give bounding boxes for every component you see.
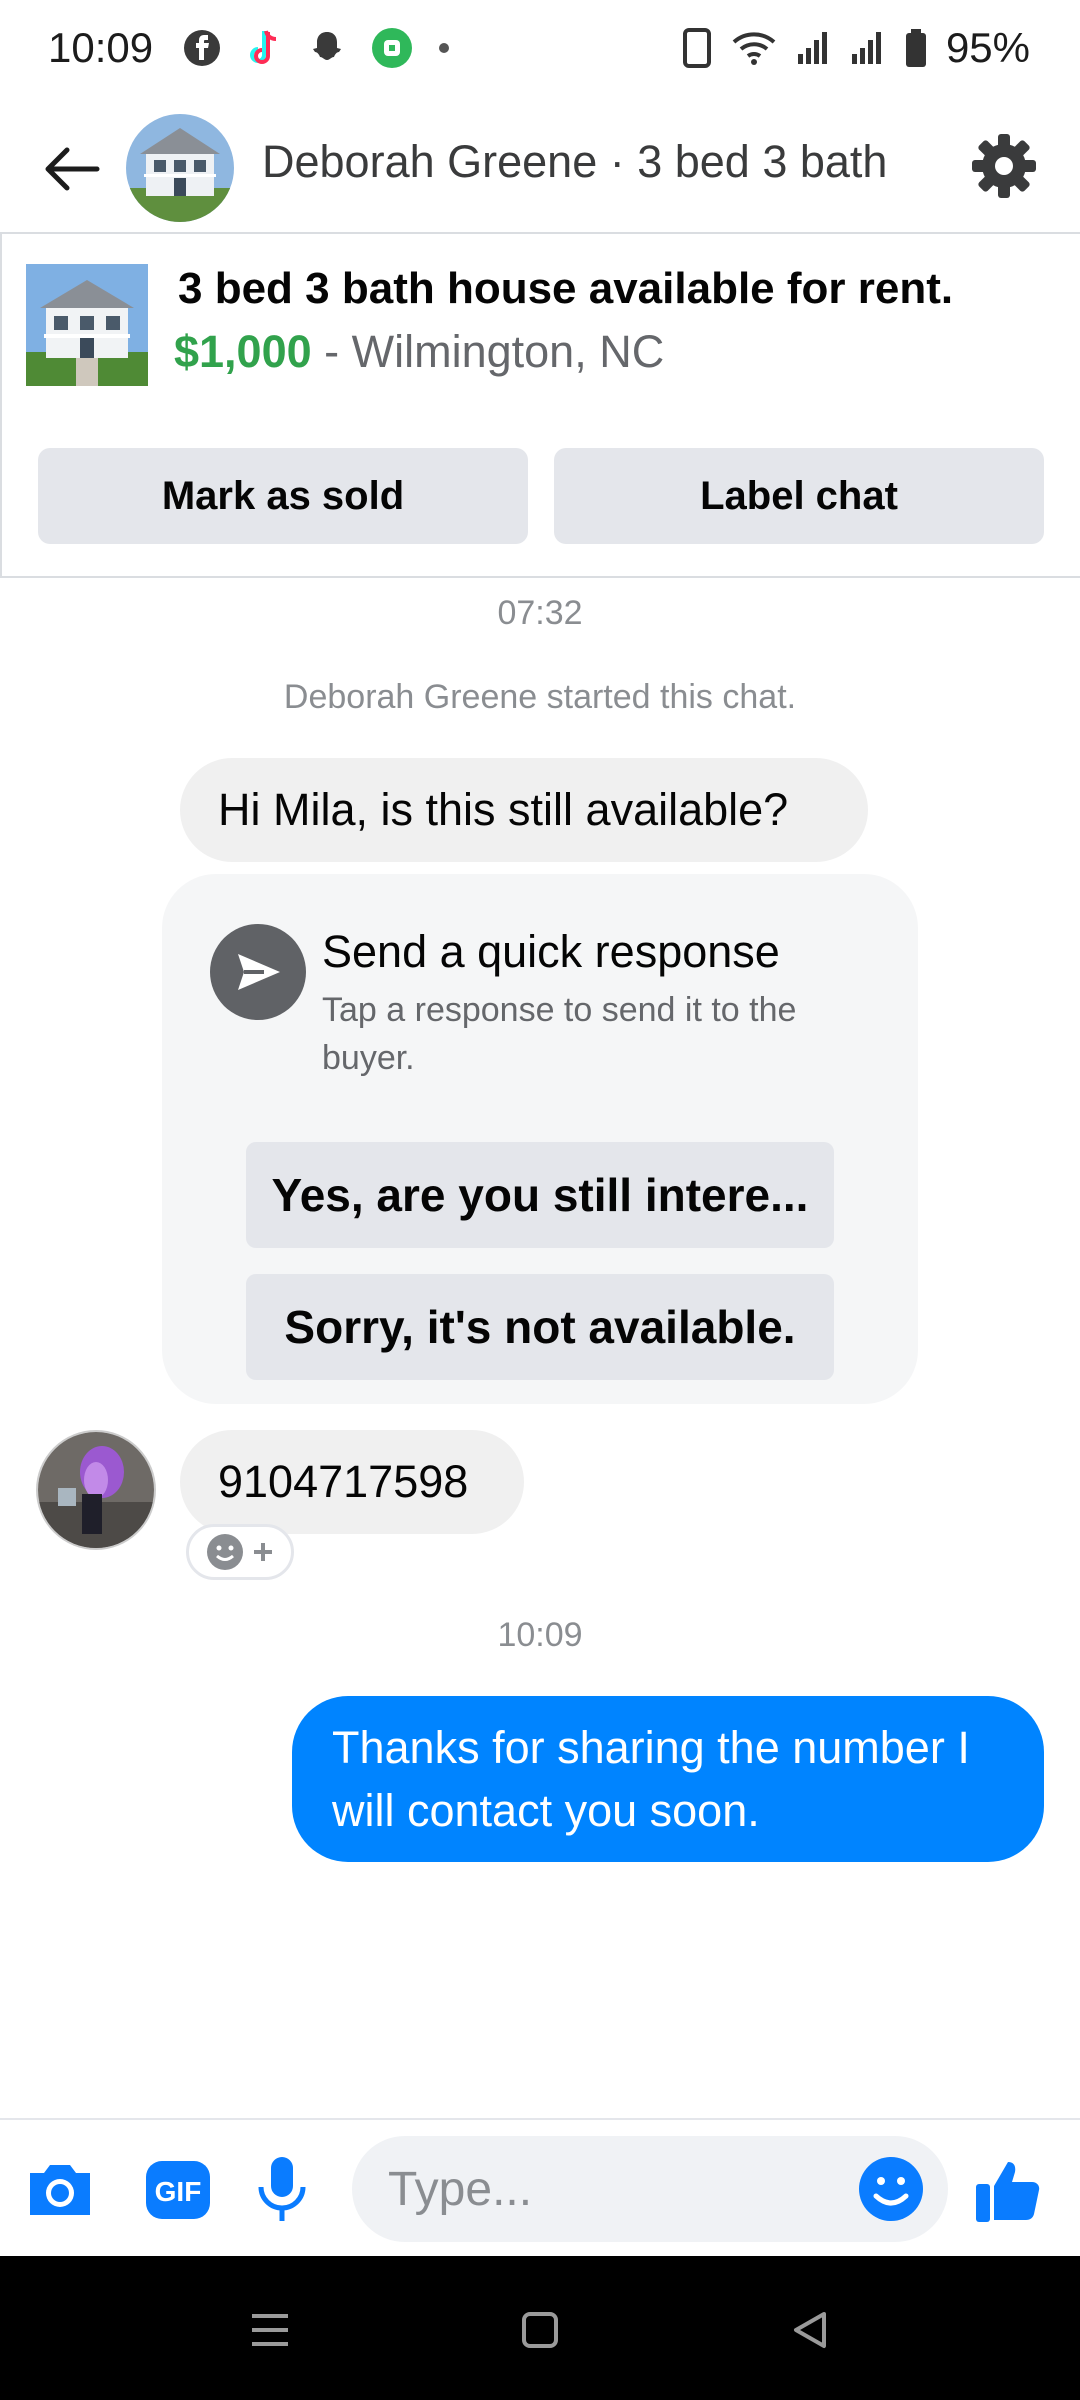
incoming-message[interactable]: 9104717598 [180,1430,524,1534]
camera-button[interactable] [20,2150,100,2230]
sender-avatar[interactable] [36,1430,156,1550]
quick-response-panel: Send a quick response Tap a response to … [162,874,918,1404]
back-triangle-icon [794,2312,826,2348]
thumbs-up-icon [976,2162,1040,2222]
camera-icon [30,2165,90,2215]
mark-as-sold-button[interactable]: Mark as sold [38,448,528,544]
gear-icon [972,134,1036,198]
chat-header: Deborah Greene · 3 bed 3 bath [0,110,1080,230]
phone-icon [682,28,711,68]
gif-icon: GIF [146,2161,210,2219]
quick-response-subtitle: Tap a response to send it to the buyer. [322,991,797,1077]
system-status-icons: 95% [682,24,1030,72]
quick-response-yes-button[interactable]: Yes, are you still intere... [246,1142,834,1248]
battery-percent: 95% [945,24,1030,71]
system-message: Deborah Greene started this chat. [283,678,797,716]
battery-icon [905,29,926,67]
plus-icon [254,1543,272,1561]
like-button[interactable] [968,2150,1048,2230]
house-photo [126,114,234,222]
quick-response-title: Send a quick response [322,926,780,977]
message-composer: GIF [0,2118,1080,2256]
listing-title[interactable]: 3 bed 3 bath house available for rent. [178,264,953,314]
timestamp: 10:09 [497,1616,583,1654]
wifi-icon [732,32,776,65]
system-nav-bar [0,2256,1080,2400]
back-arrow-icon [45,147,100,191]
home-square-icon [522,2312,558,2348]
house-photo [26,264,148,386]
signal-icon [797,32,827,64]
message-input-container [352,2136,948,2242]
signal-icon [851,32,881,64]
notification-icons [182,26,452,70]
listing-price-row: $1,000 - Wilmington, NC [174,326,664,378]
gif-button[interactable]: GIF [138,2150,218,2230]
gif-label: GIF [155,2176,202,2207]
listing-price: $1,000 [174,326,312,377]
send-icon [210,924,306,1020]
listing-location: - Wilmington, NC [324,326,665,377]
menu-lines-icon [252,2314,288,2346]
add-reaction-button[interactable] [186,1524,294,1580]
listing-avatar[interactable] [126,114,234,222]
back-button[interactable] [36,134,106,204]
microphone-button[interactable] [242,2150,322,2230]
snapchat-icon [313,32,341,60]
listing-thumbnail[interactable] [26,264,148,386]
status-time: 10:09 [48,24,154,71]
status-bar: 10:09 95% [0,0,1080,100]
home-button[interactable] [510,2300,570,2360]
settings-button[interactable] [964,126,1044,206]
timestamp: 07:32 [497,594,583,632]
message-input[interactable] [388,2136,848,2242]
outgoing-message[interactable]: Thanks for sharing the number I will con… [292,1696,1044,1862]
nav-back-button[interactable] [780,2300,840,2360]
incoming-message[interactable]: Hi Mila, is this still available? [180,758,868,862]
conversation-title[interactable]: Deborah Greene · 3 bed 3 bath [262,136,887,188]
tiktok-icon [250,30,277,64]
facebook-icon [184,30,220,66]
microphone-icon [258,2157,306,2221]
profile-photo [38,1432,154,1548]
app-icon [372,28,412,68]
recents-button[interactable] [240,2300,300,2360]
quick-response-no-button[interactable]: Sorry, it's not available. [246,1274,834,1380]
dot-icon [439,43,449,53]
emoji-icon[interactable] [856,2154,926,2224]
label-chat-button[interactable]: Label chat [554,448,1044,544]
listing-card[interactable]: 3 bed 3 bath house available for rent. $… [0,232,1080,578]
smiley-icon [207,1534,243,1570]
